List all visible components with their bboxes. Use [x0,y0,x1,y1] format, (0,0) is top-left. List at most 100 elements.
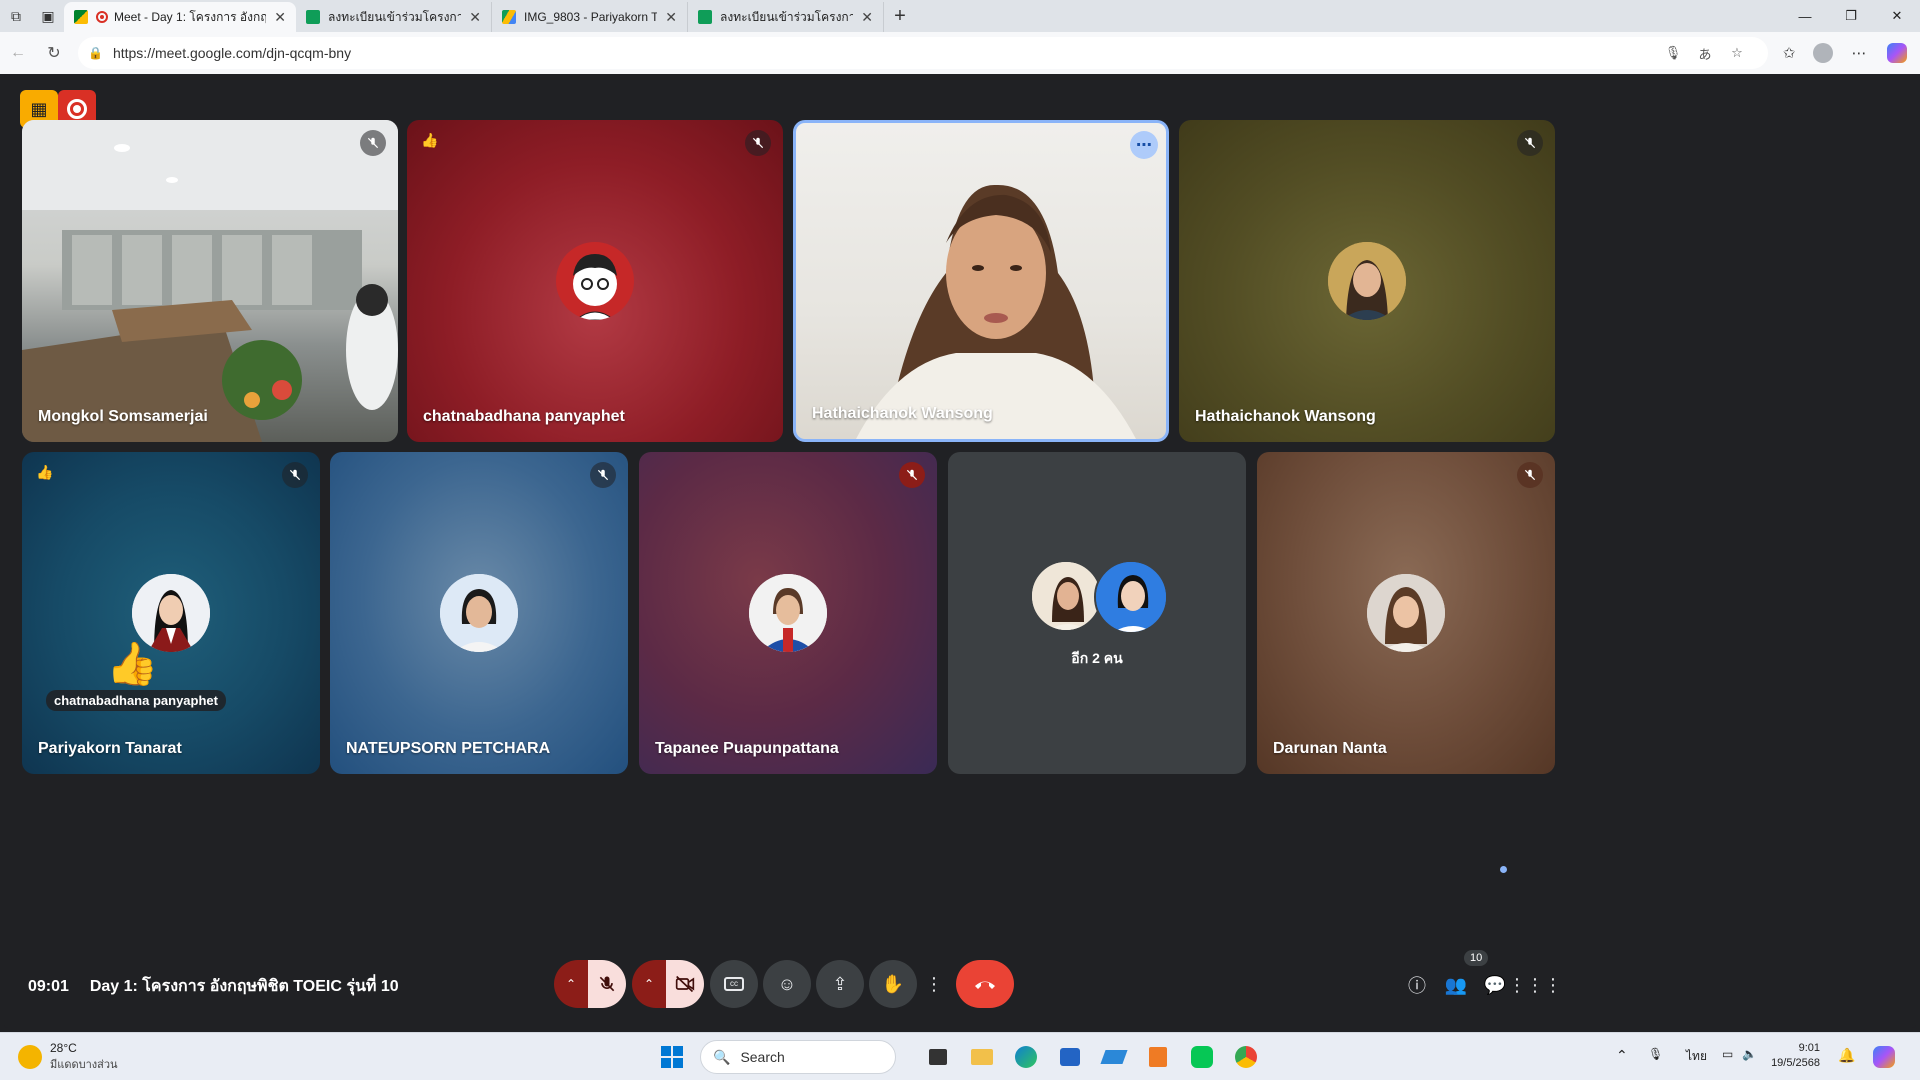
tab-title: IMG_9803 - Pariyakorn Tanarat.jp [524,10,658,24]
camera-options-chevron-icon[interactable]: ⌃ [632,960,667,1008]
avatar [556,242,634,320]
participant-tile[interactable]: Tapanee Puapunpattana [639,452,937,774]
taskbar-search[interactable]: 🔍 Search [700,1040,896,1074]
line-icon[interactable] [1186,1041,1218,1073]
weather-widget[interactable]: 28°C มีแดดบางส่วน [18,1041,118,1073]
mic-options-chevron-icon[interactable]: ⌃ [554,960,589,1008]
drive-icon [502,10,516,24]
tab-sheets-1[interactable]: ลงทะเบียนเข้าร่วมโครงการ TOEIC 10 ( ✕ [296,2,492,32]
participant-tile[interactable]: Darunan Nanta [1257,452,1555,774]
translate-icon[interactable]: あ [1690,37,1720,69]
file-explorer-icon[interactable] [966,1041,998,1073]
edge-icon[interactable] [1010,1041,1042,1073]
participant-tile[interactable]: 👍 chatnabadhana panyaphet [407,120,783,442]
raise-hand-button[interactable]: ✋ [869,960,917,1008]
participant-count-badge: 10 [1464,950,1489,966]
tab-sheets-2[interactable]: ลงทะเบียนเข้าร่วมโครงการ TOEIC 10 ( ✕ [688,2,884,32]
meet-icon [74,10,88,24]
volume-icon[interactable]: 🔈 [1742,1047,1757,1061]
avatar [1094,560,1168,634]
mic-icon[interactable]: 🎙 [1658,37,1688,69]
avatar [1030,560,1102,632]
system-clock[interactable]: 9:01 19/5/2568 [1764,1041,1820,1071]
mic-off-icon [599,976,615,992]
close-icon[interactable]: ✕ [274,9,286,26]
avatar [749,574,827,652]
camera-off-icon [675,975,695,993]
leave-call-button[interactable] [956,960,1014,1008]
participant-name: Hathaichanok Wansong [812,405,993,422]
hand-icon: ✋ [881,973,905,994]
more-icon[interactable]: ⋯ [1842,37,1876,69]
reactions-button[interactable]: ☺ [763,960,811,1008]
participant-tile[interactable]: NATEUPSORN PETCHARA [330,452,628,774]
muted-icon [590,462,616,488]
lock-icon: 🔒 [88,46,103,60]
more-options-button[interactable]: ⋮ [922,960,946,1008]
activities-icon[interactable]: ⋮⋮⋮ [1508,970,1562,1000]
participant-name: Pariyakorn Tanarat [38,740,182,757]
sublime-icon[interactable] [1142,1041,1174,1073]
captions-button[interactable]: cc [710,960,758,1008]
participant-name: NATEUPSORN PETCHARA [346,740,551,757]
camera-control-group: ⌃ [632,960,704,1008]
tab-drive[interactable]: IMG_9803 - Pariyakorn Tanarat.jp ✕ [492,2,688,32]
network-icon[interactable]: ▭ [1722,1047,1733,1061]
favorite-star-icon[interactable]: ☆ [1722,37,1752,69]
profile-icon[interactable] [1806,37,1840,69]
participant-tile[interactable]: Mongkol Somsamerjai [22,120,398,442]
others-tile[interactable]: อีก 2 คน [948,452,1246,774]
sticky-icon[interactable] [1098,1041,1130,1073]
restore-button[interactable]: ❐ [1828,0,1874,32]
start-icon[interactable] [656,1041,688,1073]
close-window-button[interactable]: ✕ [1874,0,1920,32]
url-text: https://meet.google.com/djn-qcqm-bny [112,45,352,61]
people-icon[interactable]: 👥 [1441,970,1471,1000]
muted-icon [899,462,925,488]
copilot-icon[interactable] [1880,37,1914,69]
meeting-time: 09:01 [28,978,69,995]
tab-meet[interactable]: Meet - Day 1: โครงการ อังกฤษ ✕ [64,2,296,32]
muted-icon [1517,462,1543,488]
participant-name: chatnabadhana panyaphet [423,408,625,425]
more-options-icon[interactable]: ⋯ [1130,131,1158,159]
sheets-icon [698,10,712,24]
url-field[interactable]: 🔒 https://meet.google.com/djn-qcqm-bny 🎙… [78,37,1768,69]
room-video-feed [22,120,398,442]
close-icon[interactable]: ✕ [861,9,873,26]
meeting-info: 09:01 Day 1: โครงการ อังกฤษพิชิต TOEIC ร… [28,974,399,999]
task-view-icon[interactable] [922,1041,954,1073]
clock-time: 9:01 [1798,1042,1820,1054]
participant-tile[interactable]: Hathaichanok Wansong [1179,120,1555,442]
mic-off-button[interactable] [588,960,626,1008]
speaker-video-feed [856,184,1136,439]
more-vert-icon: ⋮ [925,973,943,994]
copilot-taskbar-icon[interactable] [1868,1041,1900,1073]
favorites-icon[interactable]: ✩ [1772,37,1806,69]
weather-temp: 28°C [50,1041,77,1055]
camera-off-button[interactable] [666,960,704,1008]
participant-tile[interactable]: 👍 👍 chatnabadhana panyaphet Pariyakorn T… [22,452,320,774]
store-icon[interactable] [1054,1041,1086,1073]
close-icon[interactable]: ✕ [665,9,677,26]
tray-chevron-icon[interactable]: ⌃ [1616,1047,1628,1064]
back-icon[interactable]: ← [0,35,36,71]
tray-mic-icon[interactable]: 🎙 [1648,1047,1663,1061]
new-tab-button[interactable]: + [884,0,916,32]
search-icon: 🔍 [713,1048,731,1065]
muted-icon [745,130,771,156]
minimize-button[interactable]: — [1782,0,1828,32]
reload-icon[interactable]: ↻ [36,35,72,71]
tab-actions-icon[interactable]: ▣ [32,0,64,32]
input-language[interactable]: ไทย [1686,1047,1707,1066]
chrome-icon[interactable] [1230,1041,1262,1073]
meeting-details-icon[interactable]: ⓘ [1402,970,1432,1000]
chat-icon[interactable]: 💬 [1480,970,1510,1000]
present-button[interactable]: ⇪ [816,960,864,1008]
workspaces-icon[interactable]: ⧉ [0,0,32,32]
notifications-icon[interactable]: 🔔 [1838,1047,1855,1064]
participant-tile-active-speaker[interactable]: ⋯ Hathaichanok Wansong [793,120,1169,442]
participant-name: Hathaichanok Wansong [1195,408,1376,425]
close-icon[interactable]: ✕ [469,9,481,26]
chat-unread-dot [1500,866,1507,873]
